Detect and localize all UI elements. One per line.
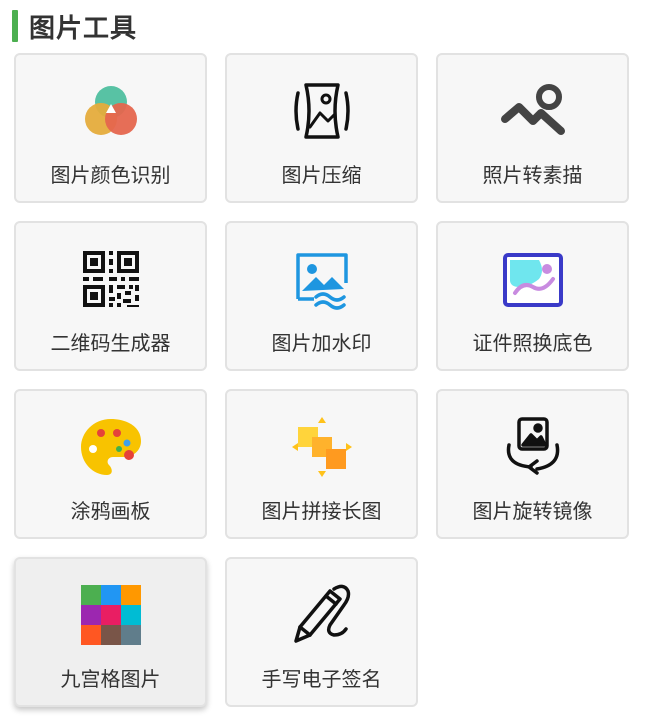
tool-card-color-recognition[interactable]: 图片颜色识别	[14, 53, 207, 203]
sketch-landscape-icon	[500, 79, 565, 143]
pen-signature-icon	[290, 583, 354, 647]
tool-card-image-rotate[interactable]: 图片旋转镜像	[436, 389, 629, 539]
section-accent-bar	[12, 10, 18, 42]
image-rotate-icon	[501, 415, 565, 479]
color-circles-icon	[79, 79, 143, 143]
image-stitch-icon	[290, 415, 354, 479]
tool-label: 图片拼接长图	[261, 499, 382, 523]
tool-label: 证件照换底色	[472, 331, 593, 355]
tool-label: 图片颜色识别	[50, 163, 171, 187]
tool-label: 图片压缩	[281, 163, 362, 187]
tool-label: 图片旋转镜像	[472, 499, 593, 523]
tool-card-image-stitch[interactable]: 图片拼接长图	[225, 389, 418, 539]
tool-card-qr-generator[interactable]: 二维码生成器	[14, 221, 207, 371]
tool-label: 图片加水印	[271, 331, 372, 355]
id-photo-background-icon	[501, 247, 565, 311]
section-title: 图片工具	[29, 13, 138, 44]
tool-card-id-photo-background[interactable]: 证件照换底色	[436, 221, 629, 371]
watermark-image-icon	[290, 247, 354, 311]
tool-card-handwritten-signature[interactable]: 手写电子签名	[225, 557, 418, 707]
tool-label: 二维码生成器	[50, 331, 171, 355]
paint-palette-icon	[79, 415, 143, 479]
tool-card-image-compress[interactable]: 图片压缩	[225, 53, 418, 203]
section-header: 图片工具	[12, 6, 137, 46]
tool-label: 九宫格图片	[60, 667, 161, 691]
tool-grid: 图片颜色识别 图片压缩 照片转素描 二维码生成器 图片加水印 证件照换底色 涂鸦…	[14, 53, 629, 707]
tool-card-doodle-board[interactable]: 涂鸦画板	[14, 389, 207, 539]
tool-label: 照片转素描	[482, 163, 583, 187]
tool-card-add-watermark[interactable]: 图片加水印	[225, 221, 418, 371]
tool-label: 手写电子签名	[261, 667, 382, 691]
tool-card-photo-to-sketch[interactable]: 照片转素描	[436, 53, 629, 203]
tool-label: 涂鸦画板	[70, 499, 151, 523]
qr-code-icon	[79, 247, 143, 311]
nine-grid-icon	[79, 583, 143, 647]
tool-card-nine-grid[interactable]: 九宫格图片	[14, 557, 207, 707]
image-compress-icon	[290, 79, 354, 143]
